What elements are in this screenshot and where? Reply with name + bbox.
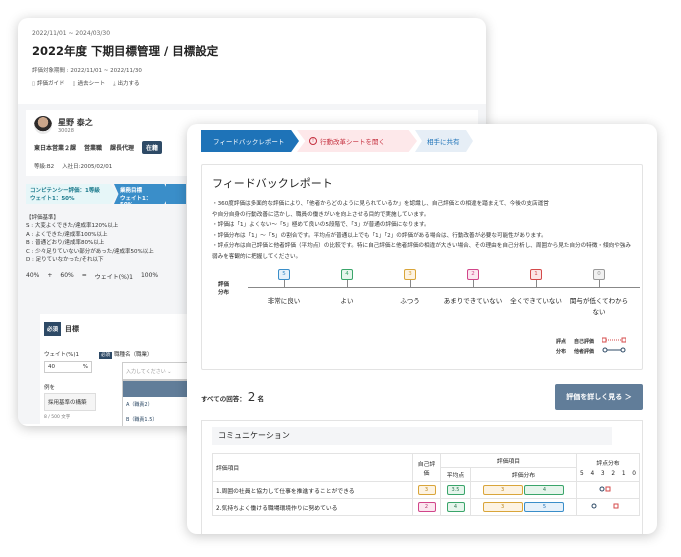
score-axis-tick: 0: [632, 471, 636, 477]
tab-feedback-report[interactable]: フィードバックレポート: [201, 130, 299, 152]
scale-point-label: 関与が低くてわからない: [569, 297, 629, 316]
view-details-button[interactable]: 評価を詳しく見る ＞: [555, 384, 643, 410]
duty-options: A（職責2） B（職責1.5）: [122, 380, 188, 426]
scale-tick: [284, 280, 285, 287]
scale-point-5: 5: [278, 269, 290, 280]
guide-link[interactable]: ▯ 評価ガイド: [32, 79, 65, 88]
required-badge: 必須: [99, 352, 113, 359]
scale-point-0: 0: [593, 269, 605, 280]
weight-input[interactable]: 40 %: [44, 361, 92, 373]
sheet-title: 2022年度 下期目標管理 / 目標設定: [32, 44, 219, 58]
goal-label: 目標: [65, 325, 80, 333]
feedback-report: フィードバックレポート ・360度評価は多面的な評価により、「他者からどのように…: [201, 164, 643, 370]
tab-share[interactable]: 相手に共有: [415, 130, 473, 152]
scale-tick: [599, 280, 600, 287]
duty-option[interactable]: B（職責1.5）: [123, 412, 187, 426]
past-sheet-link[interactable]: ▯ 過去シート: [73, 79, 106, 88]
col-avg: 平均点: [440, 467, 471, 482]
scale-point-3: 3: [404, 269, 416, 280]
duty-option-selected[interactable]: [123, 381, 187, 397]
report-tabs: フィードバックレポート ! 行動改革シートを開く 相手に共有: [201, 130, 643, 152]
step-competency[interactable]: コンピテンシー評価：1等級 ウェイト1：50%: [26, 184, 118, 204]
weight-label: ウェイト(%)1: [44, 352, 80, 358]
employee-id: 30028: [58, 127, 74, 134]
section-title: コミュニケーション: [212, 427, 612, 445]
respondent-count: すべての回答： 2 名: [201, 390, 264, 404]
self-line-icon: [601, 337, 627, 347]
scale-label: 評価 分布: [218, 282, 230, 296]
scale-tick: [347, 280, 348, 287]
scale-point-label: 非常に良い: [267, 297, 301, 305]
chevron-down-icon: ⌄: [167, 369, 172, 375]
score-axis-tick: 1: [621, 471, 626, 477]
duty-label: 職種名（職業）: [114, 352, 153, 358]
duty-option[interactable]: A（職責2）: [123, 397, 187, 412]
scale-point-1: 1: [530, 269, 542, 280]
score-axis-tick: 3: [600, 471, 605, 477]
others-line-icon: [602, 347, 626, 357]
report-description: ・360度評価は多面的な評価により、「他者からどのように見られているか」を認識し…: [212, 201, 631, 260]
scale-point-2: 2: [467, 269, 479, 280]
employee-dept: 東日本営業２課: [34, 145, 77, 152]
employee-grade: 等級:B2: [34, 164, 55, 170]
table-row: 2.気持ちよく働ける職場環境作りに努めている 2 4 3 5: [212, 498, 640, 516]
feedback-report-window: フィードバックレポート ! 行動改革シートを開く 相手に共有 フィードバックレポー…: [187, 124, 657, 534]
employee-section: 営業職: [84, 145, 103, 152]
col-item: 評価項目: [212, 453, 413, 482]
evaluation-table-section: コミュニケーション 評価項目 自己評価 評価項目 評点分布 543210 平均点…: [201, 420, 643, 534]
document-icon: ▯: [72, 81, 76, 87]
tab-open-action-sheet[interactable]: ! 行動改革シートを開く: [297, 130, 417, 152]
avatar: [34, 116, 52, 134]
employee-name: 星野 泰之: [58, 117, 93, 127]
export-link[interactable]: ⤓ 出力する: [113, 79, 139, 88]
rating-scale: 評価 分布 5 非常に良い 4 よい 3 ふつう 2 あまりできていない 1 全くできていない 0 関…: [210, 269, 640, 333]
evaluation-table: 評価項目 自己評価 評価項目 評点分布 543210 平均点 評価分布 1.周囲…: [212, 453, 640, 516]
score-plot: [576, 481, 640, 499]
col-score: 評点分布 543210: [576, 453, 640, 482]
scale-point-label: あまりできていない: [443, 297, 503, 305]
col-dist: 評価分布: [470, 467, 577, 482]
score-plot: [576, 498, 640, 516]
scale-point-label: 全くできていない: [510, 297, 562, 305]
score-axis: 543210: [580, 471, 636, 477]
status-badge: 在籍: [142, 141, 163, 154]
table-row: 1.周囲の社員と協力して仕事を推進することができる 3 3.5 3 4: [212, 481, 640, 499]
report-title: フィードバックレポート: [212, 177, 333, 190]
step-business-goal[interactable]: 業務目標 ウェイト1：50%: [114, 184, 170, 204]
scale-point-label: よい: [340, 297, 354, 305]
col-self: 自己評価: [412, 453, 441, 482]
score-axis-tick: 2: [611, 471, 616, 477]
col-group: 評価項目: [440, 453, 577, 468]
score-axis-tick: 5: [580, 471, 584, 477]
employee-joined: 入社日:2005/02/01: [62, 164, 113, 170]
scale-point-4: 4: [341, 269, 353, 280]
scale-tick: [536, 280, 537, 287]
score-axis-tick: 4: [590, 471, 595, 477]
scale-tick: [473, 280, 474, 287]
sheet-date-range: 2022/11/01 ~ 2024/03/30: [32, 30, 111, 37]
score-legend: 評点 自己評価 分布 他者評価: [556, 337, 627, 357]
document-icon: ▯: [32, 81, 36, 87]
example-cell: 採用基準の構築: [44, 393, 96, 411]
scale-point-label: ふつう: [400, 297, 420, 305]
scale-line: [248, 287, 640, 288]
required-badge: 必須: [44, 322, 62, 336]
download-icon: ⤓: [113, 81, 116, 87]
duty-select[interactable]: 入力してください ⌄: [122, 362, 188, 380]
alert-icon: !: [309, 137, 317, 145]
scale-tick: [410, 280, 411, 287]
evaluation-period: 評価対象期間 : 2022/11/01 ~ 2022/11/30: [32, 68, 142, 74]
employee-role: 課長代理: [110, 145, 135, 152]
goal-form: 必須 目標 ウェイト(%)1 必須 職種名（職業） 40 % 入力してください ⌄…: [40, 314, 190, 426]
